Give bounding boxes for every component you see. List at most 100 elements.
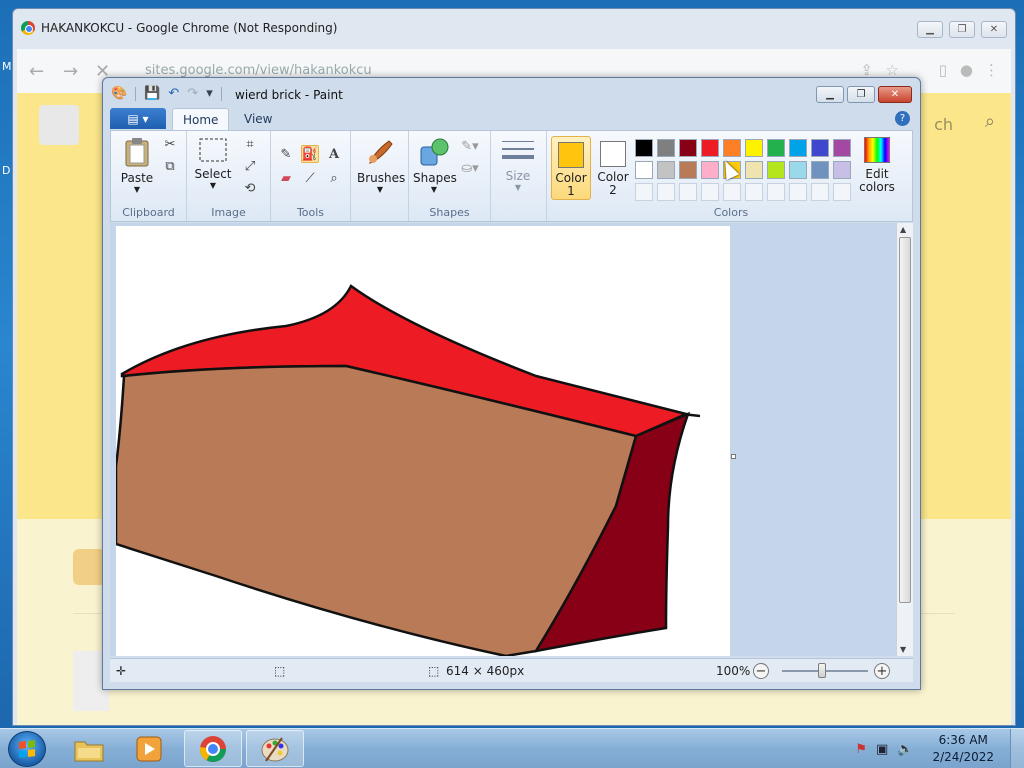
custom-color-slot[interactable] (657, 183, 675, 201)
restore-button[interactable]: ❐ (847, 86, 875, 103)
divider (220, 86, 222, 101)
custom-color-slot[interactable] (811, 183, 829, 201)
paste-button[interactable]: Paste ▼ (117, 137, 157, 194)
custom-color-slot[interactable] (789, 183, 807, 201)
forward-arrow-icon[interactable]: → (63, 61, 78, 82)
close-button[interactable]: ✕ (981, 21, 1007, 38)
palette-swatch[interactable] (723, 139, 741, 157)
color-picker-icon[interactable]: ⟋ (301, 169, 319, 187)
taskbar-chrome[interactable] (184, 730, 242, 767)
palette-swatch[interactable] (679, 139, 697, 157)
fill-bucket-icon[interactable]: ⛽ (301, 145, 319, 163)
dropdown-arrow-icon: ▼ (376, 185, 384, 194)
vertical-scrollbar[interactable]: ▲ ▼ (896, 223, 913, 656)
edit-colors-button[interactable]: Edit colors (857, 137, 897, 194)
canvas-resize-handle[interactable] (731, 454, 736, 459)
palette-swatch[interactable] (745, 139, 763, 157)
volume-icon[interactable]: 🔈 (897, 742, 913, 757)
minimize-button[interactable]: ▁ (816, 86, 844, 103)
file-menu-button[interactable]: ▤ ▾ (110, 108, 166, 129)
scroll-thumb[interactable] (899, 237, 911, 603)
palette-swatch[interactable] (745, 161, 763, 179)
undo-icon[interactable]: ↶ (168, 86, 179, 101)
drawing-canvas[interactable] (114, 226, 730, 656)
palette-swatch[interactable] (701, 139, 719, 157)
tools-group: ✎ ⛽ A ▰ ⟋ ⌕ Tools (271, 131, 351, 221)
zoom-out-button[interactable]: − (753, 663, 769, 679)
chrome-icon (199, 735, 227, 762)
select-button[interactable]: Select ▼ (193, 137, 233, 190)
palette-swatch[interactable] (833, 161, 851, 179)
palette-swatch[interactable] (767, 161, 785, 179)
palette-swatch[interactable] (789, 161, 807, 179)
tab-view[interactable]: View (234, 108, 282, 130)
brushes-button[interactable]: Brushes ▼ (357, 137, 405, 194)
start-button[interactable] (8, 731, 46, 767)
palette-swatch[interactable] (635, 139, 653, 157)
color1-button[interactable]: Color 1 (551, 136, 591, 200)
action-center-icon[interactable]: ⚑ (855, 742, 867, 757)
rotate-icon[interactable]: ⟲ (241, 179, 259, 197)
palette-swatch[interactable] (811, 139, 829, 157)
quick-access-toolbar: 🎨 💾 ↶ ↷ ▾ (111, 86, 222, 101)
custom-color-slot[interactable] (723, 183, 741, 201)
side-panel-icon[interactable]: ▯ (939, 61, 947, 79)
taskbar-media-player[interactable] (120, 730, 178, 767)
menu-dots-icon[interactable]: ⋮ (984, 61, 999, 79)
paint-app-icon[interactable]: 🎨 (111, 86, 127, 101)
tab-home[interactable]: Home (172, 108, 230, 130)
minimize-button[interactable]: ▁ (917, 21, 943, 38)
crop-icon[interactable]: ⌗ (241, 135, 259, 153)
site-logo[interactable] (39, 105, 79, 145)
palette-swatch[interactable] (679, 161, 697, 179)
scroll-down-icon[interactable]: ▼ (900, 645, 906, 654)
help-icon[interactable]: ? (895, 111, 910, 126)
cut-icon[interactable]: ✂ (161, 135, 179, 153)
maximize-button[interactable]: ❐ (949, 21, 975, 38)
selection-size-icon: ⬚ (274, 664, 286, 678)
color2-number: 2 (609, 183, 617, 197)
palette-swatch[interactable] (811, 161, 829, 179)
shapes-button[interactable]: Shapes ▼ (413, 137, 457, 194)
close-button[interactable]: ✕ (878, 86, 912, 103)
custom-color-slot[interactable] (679, 183, 697, 201)
magnifier-icon[interactable]: ⌕ (325, 169, 343, 187)
scroll-up-icon[interactable]: ▲ (900, 225, 906, 234)
dropdown-arrow-icon: ▼ (209, 181, 217, 190)
eraser-icon[interactable]: ▰ (277, 169, 295, 187)
text-tool-icon[interactable]: A (325, 145, 343, 163)
redo-icon[interactable]: ↷ (187, 86, 198, 101)
back-arrow-icon[interactable]: ← (29, 61, 44, 82)
clock[interactable]: 6:36 AM 2/24/2022 (932, 732, 994, 766)
palette-swatch[interactable] (657, 161, 675, 179)
size-button[interactable]: Size ▼ (497, 137, 539, 192)
custom-color-slot[interactable] (833, 183, 851, 201)
custom-color-slot[interactable] (635, 183, 653, 201)
profile-icon[interactable]: ● (960, 61, 973, 79)
custom-color-slot[interactable] (701, 183, 719, 201)
network-icon[interactable]: ▣ (876, 742, 888, 757)
search-icon[interactable]: ⌕ (985, 111, 995, 132)
color2-button[interactable]: Color 2 (593, 136, 633, 200)
outline-icon[interactable]: ✎▾ (461, 137, 479, 155)
taskbar-explorer[interactable] (60, 730, 118, 767)
show-desktop-button[interactable] (1010, 729, 1024, 768)
custom-color-slot[interactable] (745, 183, 763, 201)
custom-color-slot[interactable] (767, 183, 785, 201)
zoom-in-button[interactable]: + (874, 663, 890, 679)
palette-swatch[interactable] (657, 139, 675, 157)
palette-swatch[interactable] (767, 139, 785, 157)
customize-qat-icon[interactable]: ▾ (206, 86, 213, 101)
palette-swatch[interactable] (635, 161, 653, 179)
copy-icon[interactable]: ⧉ (161, 157, 179, 175)
fill-icon[interactable]: ⛀▾ (461, 159, 479, 177)
resize-icon[interactable]: ⤢ (241, 157, 259, 175)
taskbar-paint[interactable] (246, 730, 304, 767)
pencil-icon[interactable]: ✎ (277, 145, 295, 163)
zoom-slider-handle[interactable] (818, 663, 826, 678)
color1-number: 1 (567, 184, 575, 198)
palette-swatch[interactable] (833, 139, 851, 157)
save-icon[interactable]: 💾 (144, 86, 160, 101)
palette-swatch[interactable] (789, 139, 807, 157)
palette-swatch[interactable] (701, 161, 719, 179)
